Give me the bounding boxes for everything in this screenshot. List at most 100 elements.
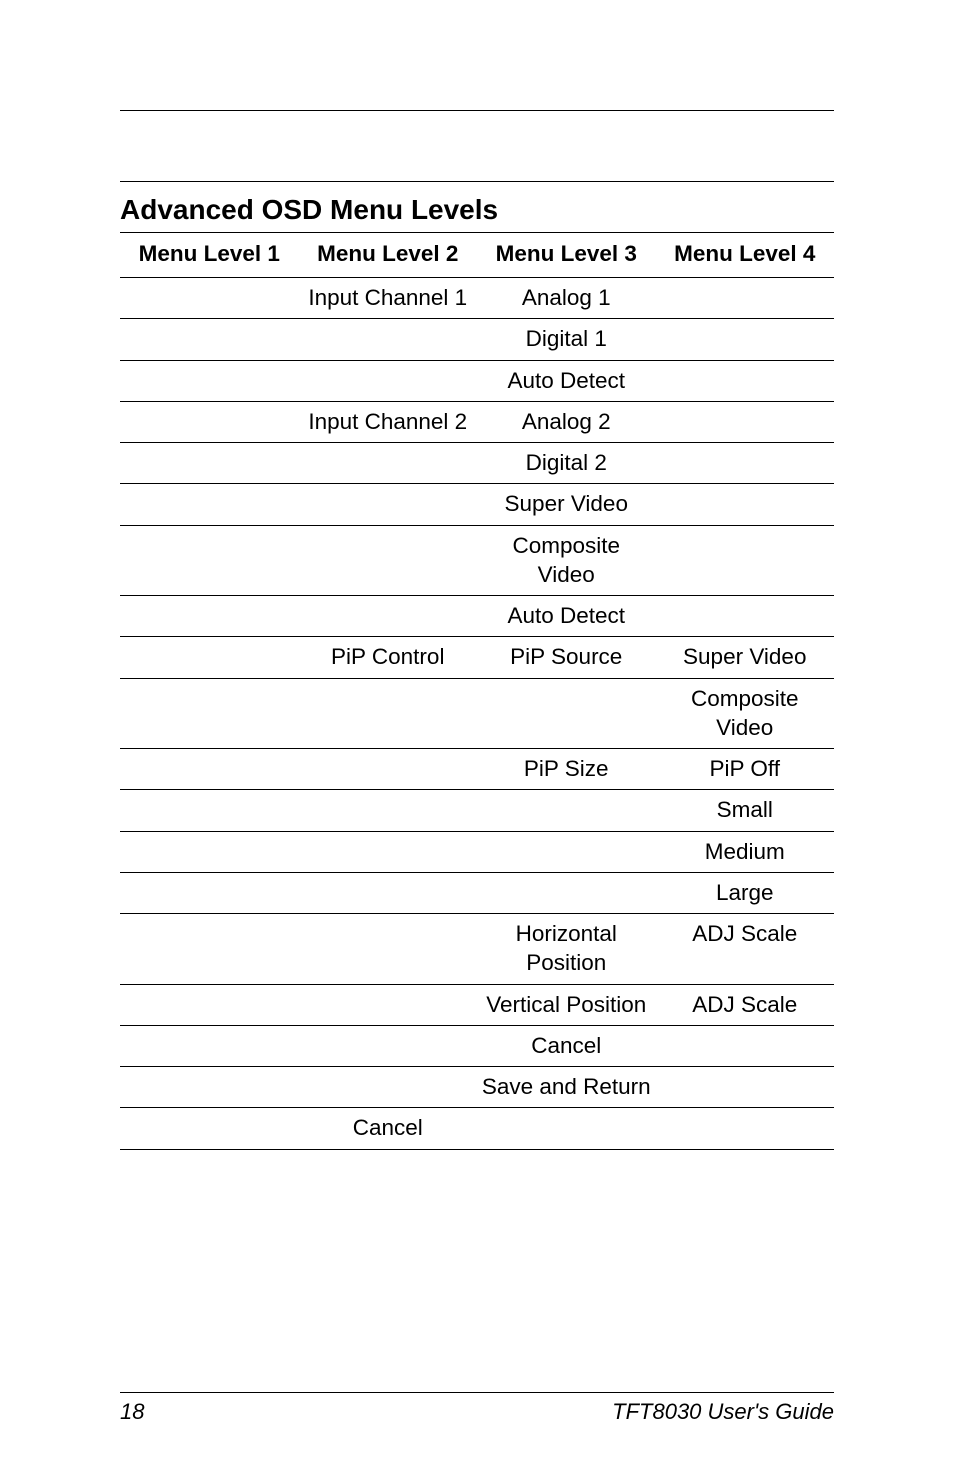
cell: Super Video xyxy=(477,484,656,525)
cell: PiP Size xyxy=(477,749,656,790)
cell xyxy=(299,525,478,596)
cell xyxy=(299,872,478,913)
col-header-3: Menu Level 3 xyxy=(477,233,656,278)
cell: ADJ Scale xyxy=(656,984,835,1025)
table-row: Digital 1 xyxy=(120,319,834,360)
col-header-4: Menu Level 4 xyxy=(656,233,835,278)
cell xyxy=(477,1108,656,1149)
top-rule xyxy=(120,110,834,111)
cell xyxy=(656,596,835,637)
cell xyxy=(656,1025,835,1066)
cell: Analog 2 xyxy=(477,401,656,442)
cell xyxy=(477,790,656,831)
col-header-2: Menu Level 2 xyxy=(299,233,478,278)
table-row: Cancel xyxy=(120,1108,834,1149)
cell: PiP Source xyxy=(477,637,656,678)
cell xyxy=(120,278,299,319)
table-row: Small xyxy=(120,790,834,831)
cell xyxy=(120,790,299,831)
col-header-1: Menu Level 1 xyxy=(120,233,299,278)
table-row: Auto Detect xyxy=(120,360,834,401)
cell xyxy=(120,319,299,360)
cell: PiP Control xyxy=(299,637,478,678)
cell: Digital 1 xyxy=(477,319,656,360)
table-row: PiP Size PiP Off xyxy=(120,749,834,790)
cell: Medium xyxy=(656,831,835,872)
table-row: Digital 2 xyxy=(120,443,834,484)
cell xyxy=(299,831,478,872)
cell: Digital 2 xyxy=(477,443,656,484)
cell: Save and Return xyxy=(477,1067,656,1108)
table-row: Input Channel 1 Analog 1 xyxy=(120,278,834,319)
cell: Input Channel 1 xyxy=(299,278,478,319)
cell: Input Channel 2 xyxy=(299,401,478,442)
table-row: Cancel xyxy=(120,1025,834,1066)
cell xyxy=(299,749,478,790)
section-rule xyxy=(120,181,834,182)
cell: Analog 1 xyxy=(477,278,656,319)
cell xyxy=(656,1067,835,1108)
cell: ADJ Scale xyxy=(656,914,835,985)
cell: Auto Detect xyxy=(477,596,656,637)
cell xyxy=(299,360,478,401)
cell xyxy=(656,484,835,525)
cell xyxy=(120,637,299,678)
table-row: Auto Detect xyxy=(120,596,834,637)
cell xyxy=(120,1067,299,1108)
cell: Small xyxy=(656,790,835,831)
cell: Cancel xyxy=(477,1025,656,1066)
cell xyxy=(656,278,835,319)
cell xyxy=(656,401,835,442)
table-row: Large xyxy=(120,872,834,913)
cell xyxy=(299,790,478,831)
cell xyxy=(120,678,299,749)
cell xyxy=(656,443,835,484)
cell: PiP Off xyxy=(656,749,835,790)
cell xyxy=(299,1067,478,1108)
cell: Composite Video xyxy=(477,525,656,596)
cell xyxy=(299,319,478,360)
cell xyxy=(656,319,835,360)
cell: Cancel xyxy=(299,1108,478,1149)
cell xyxy=(120,484,299,525)
cell xyxy=(299,596,478,637)
table-row: Input Channel 2 Analog 2 xyxy=(120,401,834,442)
cell xyxy=(656,360,835,401)
table-header-row: Menu Level 1 Menu Level 2 Menu Level 3 M… xyxy=(120,233,834,278)
cell xyxy=(477,678,656,749)
table-row: Super Video xyxy=(120,484,834,525)
table-row: PiP Control PiP Source Super Video xyxy=(120,637,834,678)
cell xyxy=(120,401,299,442)
table-row: Composite Video xyxy=(120,678,834,749)
page: Advanced OSD Menu Levels Menu Level 1 Me… xyxy=(0,0,954,1475)
menu-table: Menu Level 1 Menu Level 2 Menu Level 3 M… xyxy=(120,232,834,1150)
cell xyxy=(477,872,656,913)
table-row: Horizontal Position ADJ Scale xyxy=(120,914,834,985)
cell xyxy=(120,443,299,484)
cell xyxy=(299,914,478,985)
cell xyxy=(120,360,299,401)
guide-title: TFT8030 User's Guide xyxy=(612,1399,834,1425)
cell xyxy=(299,1025,478,1066)
cell xyxy=(120,914,299,985)
table-row: Composite Video xyxy=(120,525,834,596)
cell xyxy=(120,1108,299,1149)
section-title: Advanced OSD Menu Levels xyxy=(120,188,834,232)
cell: Composite Video xyxy=(656,678,835,749)
table-row: Save and Return xyxy=(120,1067,834,1108)
cell xyxy=(120,872,299,913)
cell xyxy=(299,484,478,525)
cell xyxy=(299,984,478,1025)
cell xyxy=(656,525,835,596)
cell xyxy=(656,1108,835,1149)
cell: Vertical Position xyxy=(477,984,656,1025)
cell xyxy=(120,984,299,1025)
cell: Large xyxy=(656,872,835,913)
cell xyxy=(120,596,299,637)
page-number: 18 xyxy=(120,1399,144,1425)
table-row: Medium xyxy=(120,831,834,872)
cell xyxy=(299,443,478,484)
cell: Horizontal Position xyxy=(477,914,656,985)
cell xyxy=(120,1025,299,1066)
cell xyxy=(477,831,656,872)
